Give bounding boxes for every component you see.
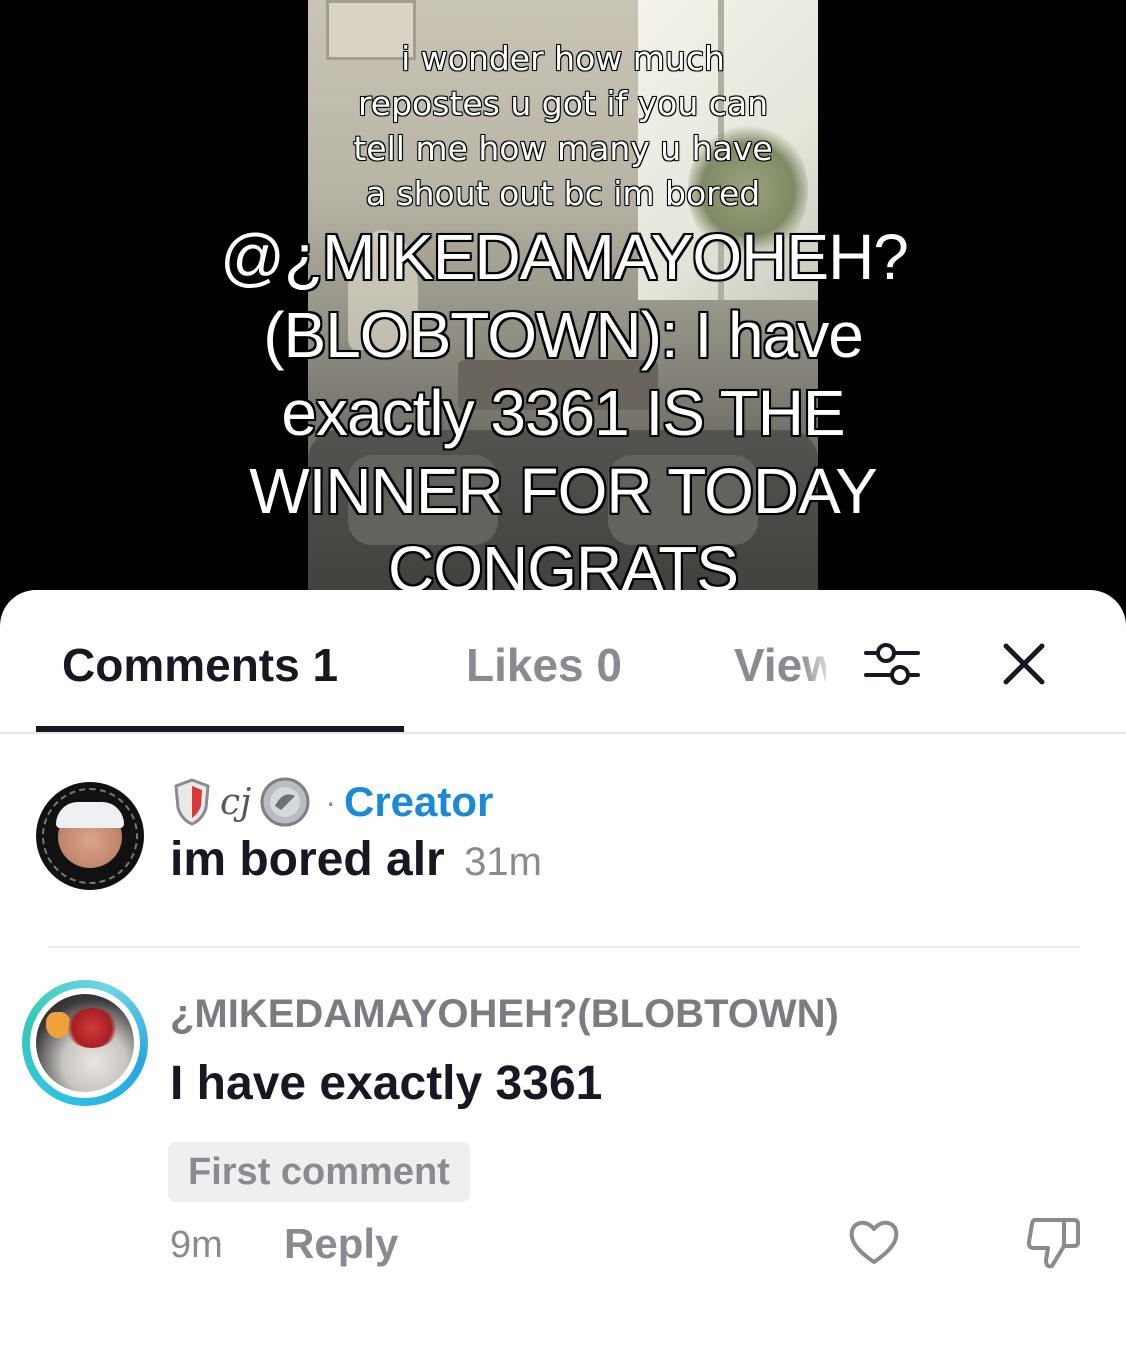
reply-button[interactable]: Reply [284,1220,398,1268]
video-caption-question: i wonder how much repostes u got if you … [353,38,773,213]
avatar[interactable] [36,782,144,890]
separator-dot: · [325,783,336,820]
tab-likes[interactable]: Likes 0 [466,638,622,692]
coin-badge-icon [260,777,310,827]
comment-author-row: cj · Creator [172,774,493,830]
close-icon[interactable] [998,638,1050,690]
avatar-with-story-ring[interactable] [22,980,148,1106]
shield-icon [174,778,210,826]
avatar-hat [56,802,124,828]
filter-sliders-icon[interactable] [860,638,924,690]
heart-outline-icon[interactable] [846,1216,902,1268]
comment-body: I have exactly 3361 [170,1057,603,1110]
comment-username[interactable]: cj [220,782,251,823]
active-tab-indicator [36,726,404,732]
video-caption-announcement: @¿MIKEDAMAYOHEH?(BLOBTOWN): I have exact… [220,221,909,605]
comment-username[interactable]: ¿MIKEDAMAYOHEH?(BLOBTOWN) [170,992,839,1037]
comment-body: im bored alr [170,833,445,886]
comment-item[interactable]: cj · Creator im bored alr 31m [0,770,1126,940]
thumbs-down-icon[interactable] [1024,1212,1082,1272]
comment-timestamp: 9m [170,1224,223,1266]
tab-bar: Comments 1 Likes 0 Views [0,590,1126,734]
tab-fade [800,630,840,700]
tab-comments[interactable]: Comments 1 [62,638,338,692]
creator-label: Creator [343,778,494,825]
comment-divider [48,946,1080,948]
avatar-hair [66,1008,118,1048]
first-comment-badge: First comment [168,1142,470,1202]
comments-sheet: Comments 1 Likes 0 Views cj [0,590,1126,1352]
comment-item[interactable]: ¿MIKEDAMAYOHEH?(BLOBTOWN) I have exactly… [0,980,1126,1352]
avatar [36,994,134,1092]
comment-timestamp: 31m [464,840,542,884]
comment-text: im bored alr 31m [170,832,542,887]
video-player[interactable]: i wonder how much repostes u got if you … [0,0,1126,620]
